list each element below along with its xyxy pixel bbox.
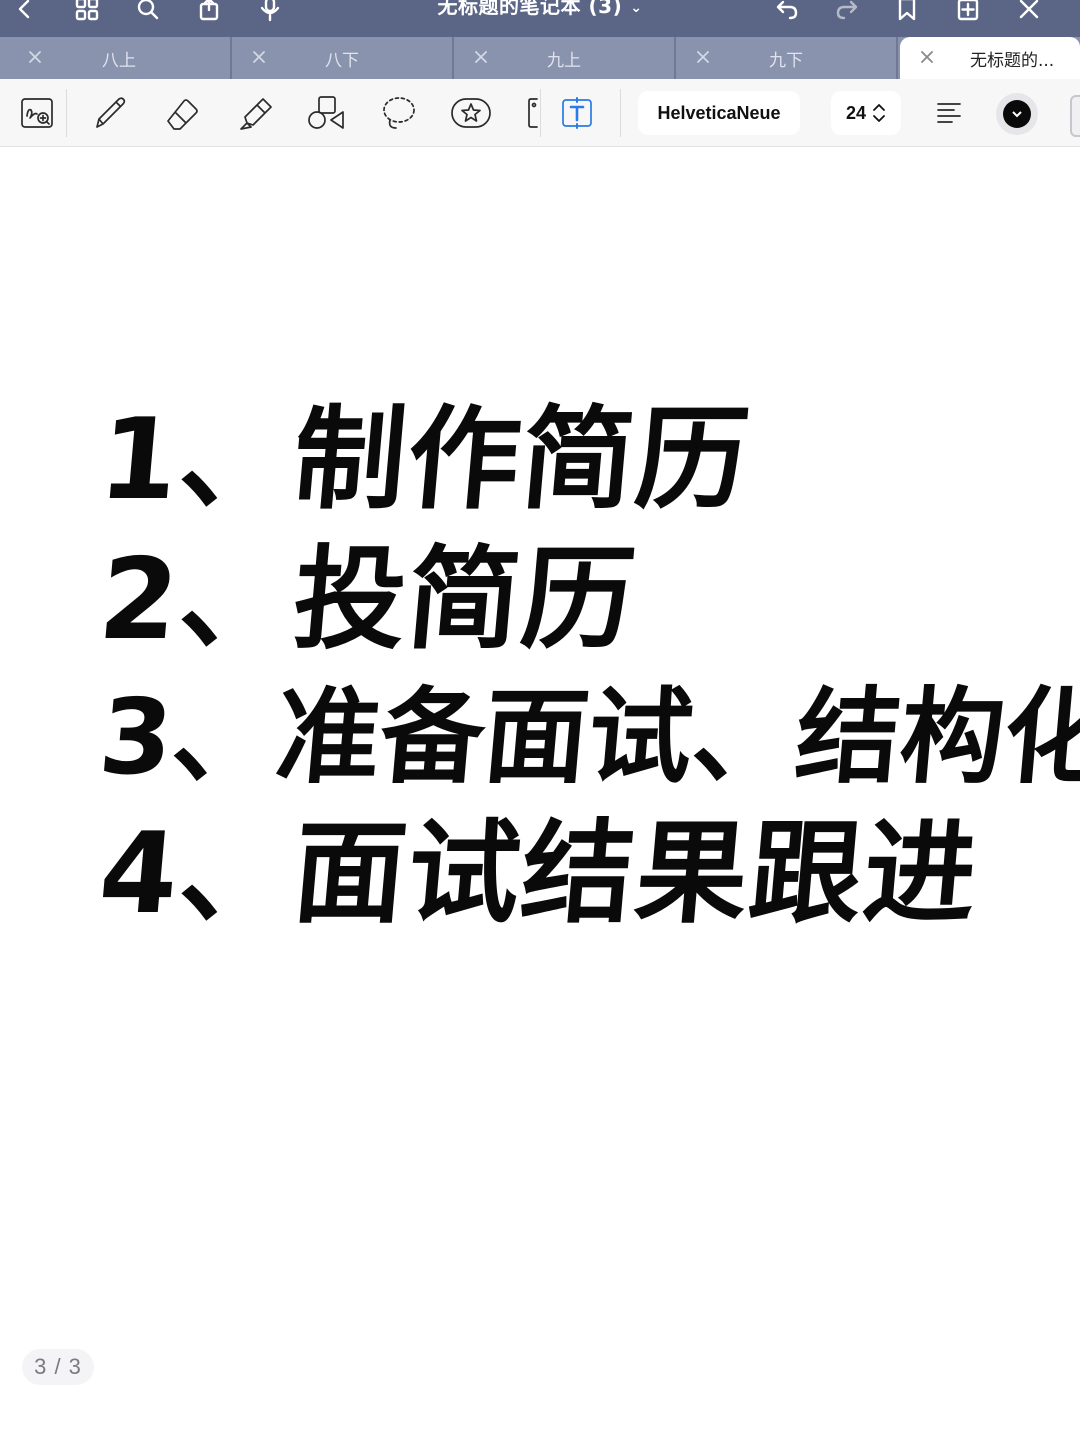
image-icon xyxy=(528,98,538,128)
tab-label: 九下 xyxy=(769,50,803,71)
page-indicator-text: 3 / 3 xyxy=(34,1354,82,1379)
note-line-4: 4、面试结果跟进 xyxy=(94,809,984,939)
align-left-icon xyxy=(937,103,961,123)
drawing-toolbar: HelveticaNeue 24 xyxy=(0,79,1080,147)
tab-jiu-shang[interactable]: 九上 xyxy=(454,37,676,79)
tab-bar: 八上 八下 九上 九下 无标题的... xyxy=(0,37,1080,79)
font-family-label: HelveticaNeue xyxy=(657,102,781,123)
font-size-value: 24 xyxy=(845,102,867,123)
bookmark-icon[interactable] xyxy=(890,0,924,26)
tab-untitled-active[interactable]: 无标题的... xyxy=(900,37,1080,79)
page-indicator[interactable]: 3 / 3 xyxy=(22,1349,94,1385)
color-swatch xyxy=(1003,100,1031,128)
pen-icon xyxy=(96,97,126,128)
overflow-tool-edge[interactable] xyxy=(1070,95,1080,137)
handwriting-zoom-tool[interactable] xyxy=(14,91,60,135)
star-sticker-icon xyxy=(451,98,491,128)
lasso-icon xyxy=(383,97,415,129)
tab-label: 八上 xyxy=(102,50,136,71)
note-canvas[interactable]: 1、制作简历 2、投简历 3、准备面试、结构化 4、面试结果跟进 xyxy=(0,147,1080,1440)
redo-icon[interactable] xyxy=(830,0,864,26)
note-line-3: 3、准备面试、结构化 xyxy=(94,676,1080,798)
pen-tool[interactable] xyxy=(86,91,132,135)
eraser-icon xyxy=(167,99,198,130)
text-align-tool[interactable] xyxy=(926,91,972,135)
chevron-up-down-icon xyxy=(872,103,886,123)
highlighter-tool[interactable] xyxy=(232,91,278,135)
undo-icon[interactable] xyxy=(770,0,804,26)
font-family-selector[interactable]: HelveticaNeue xyxy=(638,91,800,135)
handwriting-zoom-icon xyxy=(21,98,53,128)
note-line-1: 1、制作简历 xyxy=(94,395,756,525)
add-page-icon[interactable] xyxy=(951,0,985,26)
toolbar-divider xyxy=(620,89,621,137)
text-tool[interactable] xyxy=(554,91,600,135)
eraser-tool[interactable] xyxy=(159,91,205,135)
font-size-stepper[interactable]: 24 xyxy=(831,91,901,135)
sticker-tool[interactable] xyxy=(448,91,494,135)
tab-ba-xia[interactable]: 八下 xyxy=(232,37,454,79)
lasso-tool[interactable] xyxy=(376,91,422,135)
tab-close-icon[interactable] xyxy=(918,48,936,66)
document-title-text: 无标题的笔记本 (3) xyxy=(437,0,623,18)
tab-label: 九上 xyxy=(547,50,581,71)
text-box-icon xyxy=(562,97,592,129)
highlighter-icon xyxy=(240,98,272,130)
shapes-tool[interactable] xyxy=(303,91,349,135)
chevron-down-icon xyxy=(1012,111,1022,118)
chevron-down-icon: ⌄ xyxy=(630,0,643,16)
tab-label: 无标题的... xyxy=(970,50,1055,71)
tab-ba-shang[interactable]: 八上 xyxy=(8,37,232,79)
shapes-icon xyxy=(308,96,344,129)
note-line-2: 2、投简历 xyxy=(94,535,642,665)
top-nav-bar: 无标题的笔记本 (3) ⌄ xyxy=(0,0,1080,37)
toolbar-divider xyxy=(66,89,67,137)
tab-jiu-xia[interactable]: 九下 xyxy=(676,37,898,79)
image-tool[interactable] xyxy=(516,91,542,135)
color-picker[interactable] xyxy=(996,93,1038,135)
toolbar-divider xyxy=(540,89,541,137)
tab-label: 八下 xyxy=(325,50,359,71)
close-icon[interactable] xyxy=(1012,0,1046,26)
